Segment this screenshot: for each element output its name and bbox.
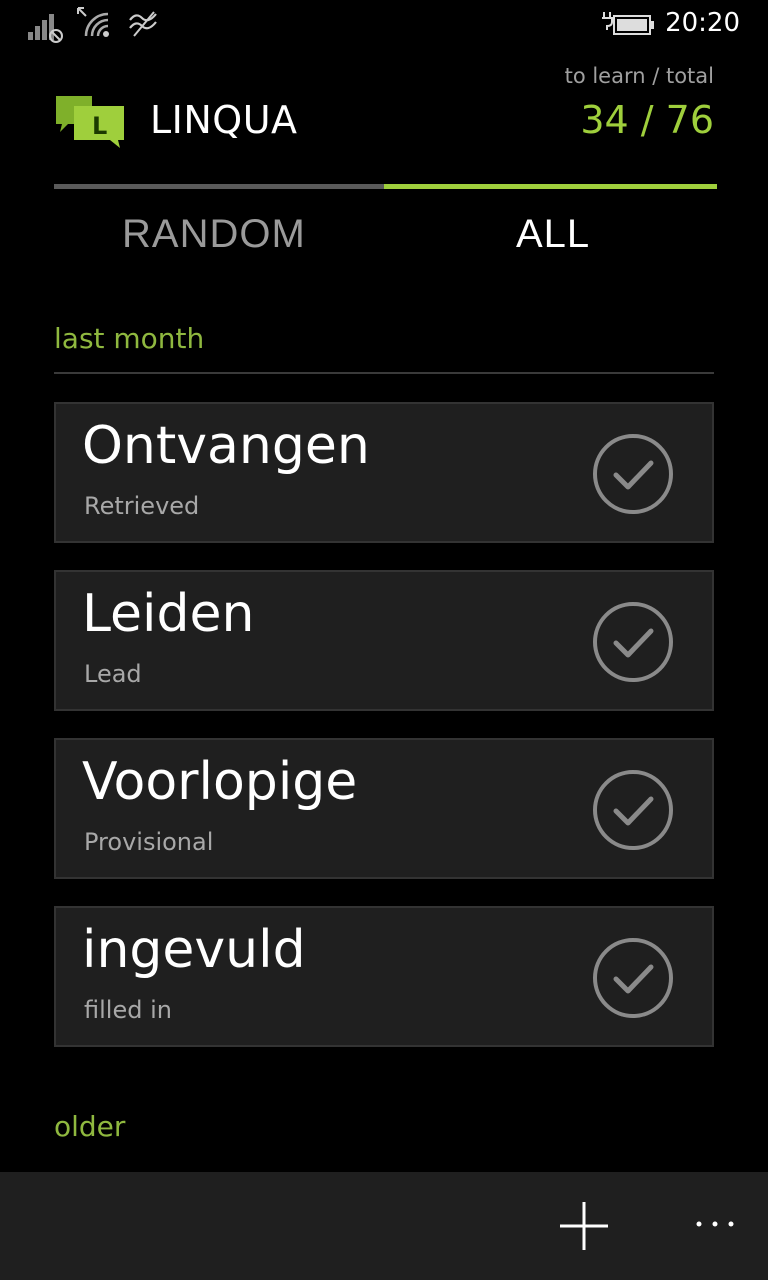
app-bar xyxy=(0,1172,768,1280)
word-term: Ontvangen xyxy=(82,416,370,476)
signal-off-icon xyxy=(28,14,63,43)
counter-caption: to learn / total xyxy=(564,64,714,88)
data-icon xyxy=(129,11,157,37)
word-term: ingevuld xyxy=(82,920,306,980)
app-logo-icon: L xyxy=(56,96,124,148)
check-circle-icon[interactable] xyxy=(592,769,674,851)
check-circle-icon[interactable] xyxy=(592,601,674,683)
word-term: Leiden xyxy=(82,584,255,644)
word-card[interactable]: ingevuld filled in xyxy=(54,906,714,1047)
word-translation: Retrieved xyxy=(84,492,200,520)
check-circle-icon[interactable] xyxy=(592,937,674,1019)
logo-letter: L xyxy=(92,112,107,140)
tab-random[interactable]: RANDOM xyxy=(122,212,306,257)
group-header-older[interactable]: older xyxy=(54,1110,125,1143)
more-icon[interactable] xyxy=(690,1196,740,1252)
word-translation: Lead xyxy=(84,660,142,688)
battery-charging-icon xyxy=(602,12,654,35)
wifi-icon xyxy=(77,7,109,37)
group-divider xyxy=(54,372,714,374)
word-list: Ontvangen Retrieved Leiden Lead Voorlopi… xyxy=(54,402,714,1074)
pivot-indicator-random xyxy=(54,184,384,189)
word-card[interactable]: Leiden Lead xyxy=(54,570,714,711)
status-bar: 20:20 xyxy=(0,0,768,50)
pivot-indicator xyxy=(54,184,717,189)
app-title: LINQUA xyxy=(150,98,298,142)
word-term: Voorlopige xyxy=(82,752,358,812)
check-circle-icon[interactable] xyxy=(592,433,674,515)
group-header-last-month[interactable]: last month xyxy=(54,322,204,355)
tab-all[interactable]: ALL xyxy=(516,212,590,257)
word-card[interactable]: Ontvangen Retrieved xyxy=(54,402,714,543)
word-card[interactable]: Voorlopige Provisional xyxy=(54,738,714,879)
status-time: 20:20 xyxy=(665,8,740,38)
word-translation: Provisional xyxy=(84,828,214,856)
add-icon[interactable] xyxy=(556,1198,612,1254)
pivot-indicator-all xyxy=(384,184,717,189)
counter-value: 34 / 76 xyxy=(580,98,714,142)
word-translation: filled in xyxy=(84,996,172,1024)
